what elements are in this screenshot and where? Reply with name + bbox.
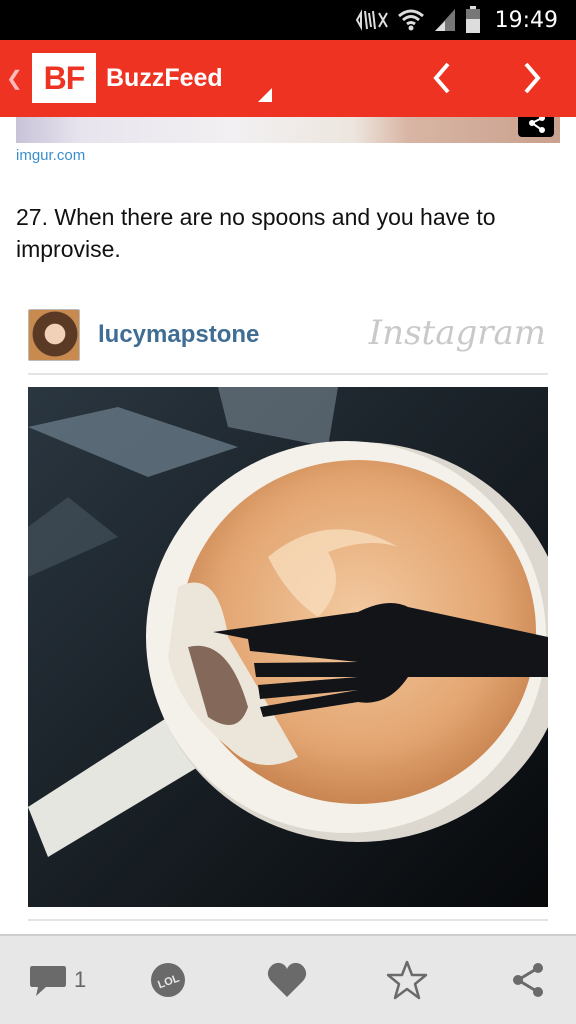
clock: 19:49 — [494, 7, 558, 33]
app-title[interactable]: BuzzFeed — [106, 64, 223, 93]
status-bar: 19:49 — [0, 0, 576, 40]
comment-button[interactable]: 1 — [28, 958, 86, 1002]
chevron-left-icon[interactable]: ❮ — [6, 66, 23, 91]
photo-tea-mug-with-fork — [28, 387, 548, 907]
bottom-action-bar: 1 LOL — [0, 934, 576, 1024]
chevron-left-icon — [433, 62, 450, 94]
divider — [28, 919, 548, 921]
comment-icon — [30, 966, 66, 996]
share-icon — [529, 117, 545, 133]
lol-icon: LOL — [151, 963, 185, 997]
battery-icon — [465, 6, 480, 33]
avatar[interactable] — [28, 309, 80, 361]
dropdown-caret-icon[interactable] — [258, 88, 272, 102]
share-icon — [513, 963, 543, 997]
instagram-photo[interactable] — [28, 387, 548, 907]
next-item-button[interactable] — [512, 58, 552, 98]
app-bar: ❮ BF BuzzFeed — [0, 40, 576, 117]
image-share-button[interactable] — [518, 117, 554, 137]
signal-icon — [434, 9, 455, 31]
favorite-button[interactable] — [386, 958, 428, 1002]
buzzfeed-logo[interactable]: BF — [32, 53, 96, 103]
chevron-right-icon — [524, 62, 541, 94]
source-link[interactable]: imgur.com — [16, 147, 85, 164]
heart-icon — [267, 962, 307, 997]
like-button[interactable] — [266, 958, 308, 1002]
previous-item-button[interactable] — [422, 58, 462, 98]
comment-count: 1 — [74, 967, 87, 992]
previous-item-image — [16, 117, 560, 143]
instagram-logo[interactable]: Instagram — [369, 313, 546, 353]
mute-icon — [355, 9, 388, 31]
wifi-icon — [397, 9, 424, 31]
item-title: 27. When there are no spoons and you hav… — [16, 204, 496, 262]
article-content[interactable]: imgur.com 27. When there are no spoons a… — [0, 117, 576, 934]
status-icons: 19:49 — [353, 5, 558, 35]
lol-button[interactable]: LOL — [149, 958, 187, 1002]
share-button[interactable] — [508, 958, 548, 1002]
username-link[interactable]: lucymapstone — [98, 321, 259, 349]
instagram-embed-header: lucymapstone Instagram — [28, 307, 548, 375]
star-icon — [386, 960, 428, 1000]
